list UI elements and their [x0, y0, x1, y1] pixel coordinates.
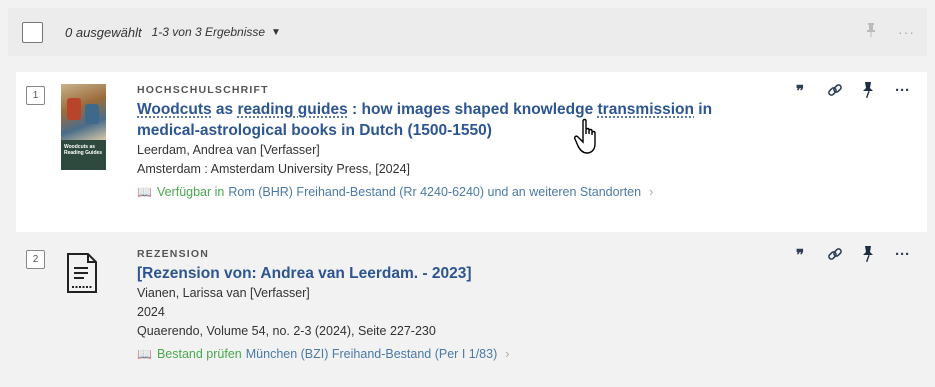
availability-location: München (BZI) Freihand-Bestand (Per I 1/… — [245, 347, 498, 361]
result-item: 1 Woodcuts as Reading Guides HOCHSCHULSC… — [16, 72, 927, 232]
quote-icon[interactable]: ❞ — [793, 246, 807, 264]
book-icon: 📖 — [137, 347, 152, 361]
document-icon — [64, 252, 100, 299]
selected-count: 0 ausgewählt — [65, 24, 142, 40]
book-cover-thumbnail[interactable]: Woodcuts as Reading Guides — [61, 84, 106, 170]
availability-status: Bestand prüfen — [156, 347, 242, 361]
result-year: 2024 — [137, 305, 165, 319]
pin-icon[interactable] — [866, 22, 876, 42]
results-count: 1-3 von 3 Ergebnisse — [151, 25, 266, 39]
hand-cursor-icon — [574, 118, 604, 161]
availability-link[interactable]: 📖 Verfügbar in Rom (BHR) Freihand-Bestan… — [137, 185, 737, 199]
availability-status: Verfügbar in — [156, 185, 225, 199]
result-author: Leerdam, Andrea van [Verfasser] — [137, 143, 320, 157]
book-icon: 📖 — [137, 185, 152, 199]
availability-location: Rom (BHR) Freihand-Bestand (Rr 4240-6240… — [228, 185, 642, 199]
chevron-right-icon: › — [505, 347, 510, 361]
result-number: 1 — [26, 86, 45, 105]
link-icon[interactable] — [827, 246, 842, 262]
more-icon[interactable]: ··· — [895, 82, 910, 99]
select-all-checkbox[interactable] — [22, 21, 43, 43]
more-icon[interactable]: ··· — [895, 246, 910, 263]
caret-down-icon[interactable]: ▼ — [271, 27, 281, 38]
pin-icon[interactable] — [861, 246, 875, 262]
resource-type: REZENSION — [137, 248, 210, 260]
chevron-right-icon: › — [649, 185, 654, 199]
pin-icon[interactable] — [861, 82, 875, 98]
result-publisher: Amsterdam : Amsterdam University Press, … — [137, 162, 411, 176]
results-toolbar: 0 ausgewählt 1-3 von 3 Ergebnisse ▼ ··· — [8, 8, 927, 56]
more-icon[interactable]: ··· — [898, 24, 915, 40]
quote-icon[interactable]: ❞ — [793, 82, 807, 100]
result-author: Vianen, Larissa van [Verfasser] — [137, 286, 310, 300]
resource-type: HOCHSCHULSCHRIFT — [137, 84, 269, 96]
result-source: Quaerendo, Volume 54, no. 2-3 (2024), Se… — [137, 324, 436, 338]
result-title-link[interactable]: Woodcuts as reading guides : how images … — [137, 99, 737, 141]
link-icon[interactable] — [827, 82, 842, 98]
result-title-link[interactable]: [Rezension von: Andrea van Leerdam. - 20… — [137, 263, 737, 284]
result-item: 2 REZENSION [Rezension von: Andrea van L… — [16, 236, 927, 387]
availability-link[interactable]: 📖 Bestand prüfen München (BZI) Freihand-… — [137, 347, 737, 361]
thumbnail-title: Woodcuts as Reading Guides — [64, 144, 103, 156]
result-number: 2 — [26, 250, 45, 269]
